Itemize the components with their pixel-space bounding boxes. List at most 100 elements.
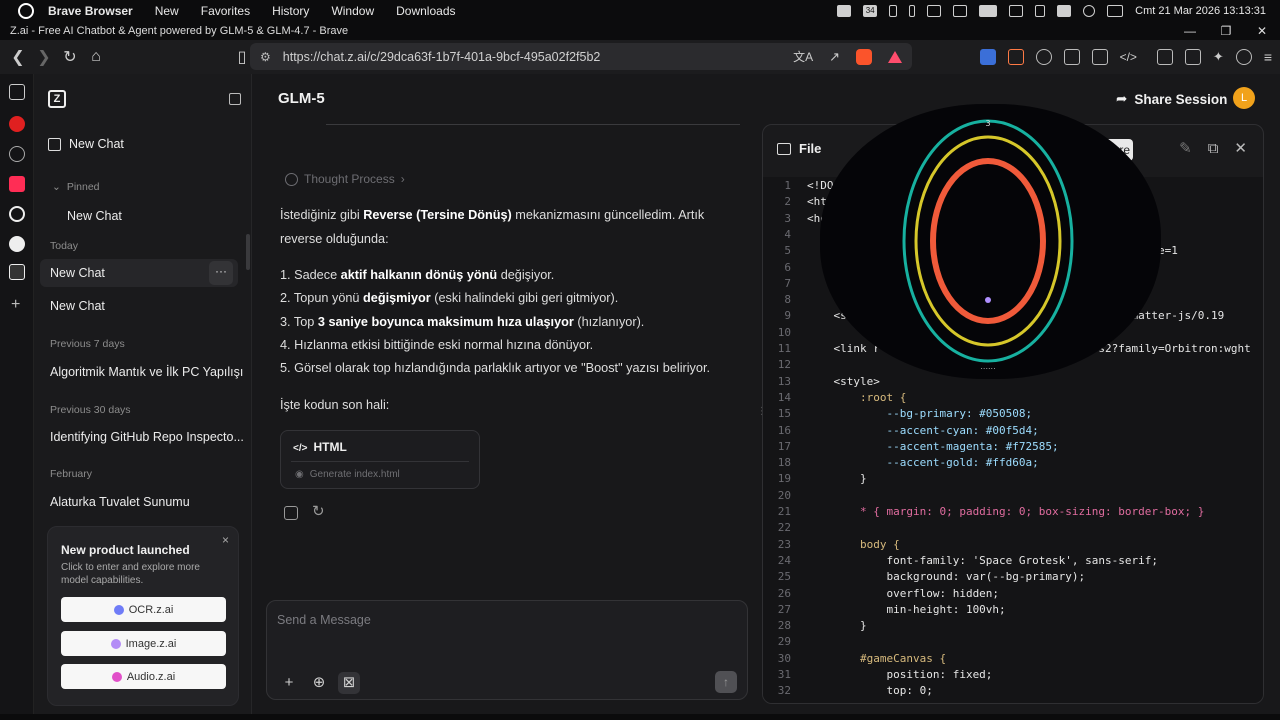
home-icon[interactable]: ⌂ [83,44,109,70]
add-attachment-icon[interactable]: + [278,672,300,694]
url-text[interactable]: https://chat.z.ai/c/29dca63f-1b7f-401a-9… [283,50,601,64]
chat-item[interactable]: Alaturka Tuvalet Sunumu [50,495,190,509]
screenshot-icon[interactable] [1091,49,1108,65]
menu-app-name[interactable]: Brave Browser [48,4,133,18]
line-number: 18 [777,456,791,470]
leo-ai-icon[interactable]: ✦ [1213,49,1224,65]
section-label-today: Today [50,240,79,252]
vpn-icon[interactable] [1235,49,1252,65]
muted-tab-icon[interactable] [9,146,25,162]
chatgpt-icon[interactable] [9,206,25,222]
code-artifact-card[interactable]: </> HTML ◉ Generate index.html [280,430,480,489]
site-settings-icon[interactable]: ⚙ [260,50,271,64]
edit-icon[interactable]: ✎ [1179,139,1192,157]
brave-shields-icon[interactable] [856,48,872,65]
game-preview-overlay[interactable]: 3 ...... [820,104,1161,379]
share-url-icon[interactable]: ↗ [829,49,840,65]
address-bar[interactable]: ⚙ https://chat.z.ai/c/29dca63f-1b7f-401a… [250,43,912,70]
line-number: 24 [777,553,791,567]
volume-icon[interactable] [1009,5,1024,17]
list-item: 2. Topun yönü değişmiyor (eski halindeki… [280,289,618,308]
os-logo-icon[interactable] [18,3,34,19]
pinned-header[interactable]: ⌄ Pinned [52,181,100,193]
user-avatar[interactable]: L [1233,87,1255,109]
cloud-icon[interactable] [837,5,852,17]
chat-item[interactable]: New Chat [50,299,105,313]
microphone-icon[interactable] [889,5,898,17]
battery-icon[interactable] [979,5,998,17]
menu-item-downloads[interactable]: Downloads [396,4,455,18]
github-icon[interactable] [9,236,25,252]
control-center-icon[interactable] [1107,5,1124,17]
reload-icon[interactable]: ↻ [57,44,83,70]
chat-item[interactable]: Identifying GitHub Repo Inspecto... [50,430,244,444]
wallet-icon[interactable] [1184,49,1201,65]
pinned-chat-item[interactable]: New Chat [67,209,122,223]
web-search-icon[interactable]: ⊕ [308,672,330,694]
restore-icon[interactable]: ❐ [1208,22,1244,40]
code-text: position: fixed; [807,668,993,681]
audio-link-button[interactable]: Audio.z.ai [61,664,226,689]
image-link-button[interactable]: Image.z.ai [61,631,226,656]
new-chat-button[interactable]: New Chat [48,137,124,151]
message-input-placeholder[interactable]: Send a Message [277,613,371,627]
code-text: --accent-magenta: #f72585; [807,439,1059,453]
chat-options-button[interactable]: ··· [209,261,233,285]
minimize-icon[interactable]: — [1172,22,1208,40]
add-sidebar-item-icon[interactable]: + [11,296,20,314]
brave-rewards-icon[interactable] [888,50,902,63]
back-icon[interactable]: ❮ [5,44,31,70]
ocr-link-button[interactable]: OCR.z.ai [61,597,226,622]
puzzle-icon[interactable] [1063,49,1080,65]
close-promo-icon[interactable]: × [222,533,229,547]
red-app-icon[interactable] [9,176,25,192]
clock[interactable]: Cmt 21 Mar 2026 13:13:31 [1135,5,1266,17]
tools-icon[interactable]: ⊠ [338,672,360,694]
line-number: 14 [777,390,791,404]
menu-item-favorites[interactable]: Favorites [201,4,250,18]
thought-process-toggle[interactable]: Thought Process › [285,172,405,186]
send-button[interactable]: ↑ [715,671,737,693]
collapse-sidebar-icon[interactable] [229,93,241,105]
sidebar-toggle-icon[interactable] [1156,49,1173,65]
chevron-down-icon: ⌄ [52,181,61,193]
translate-extension-icon[interactable] [979,49,996,65]
close-window-icon[interactable]: ✕ [1244,22,1280,40]
forward-icon[interactable]: ❯ [31,44,57,70]
sidebar-scrollbar[interactable] [246,234,250,270]
chat-item[interactable]: New Chat [50,266,105,280]
wifi-icon[interactable] [927,5,942,17]
calendar-badge-icon[interactable]: 34 [863,5,878,17]
eject-icon[interactable] [1035,5,1046,17]
youtube-icon[interactable] [9,116,25,132]
open-external-icon[interactable]: ⧉ [1208,140,1219,157]
ball [985,297,991,303]
menu-item-window[interactable]: Window [331,4,374,18]
globe-extension-icon[interactable] [1035,49,1052,65]
chat-item[interactable]: Algoritmik Mantık ve İlk PC Yapılışı [50,365,243,379]
model-title[interactable]: GLM-5 [278,90,325,107]
tabs-panel-icon[interactable] [9,84,25,100]
code-line: 17 --accent-magenta: #f72585; [763,439,1263,456]
extension-orange-icon[interactable] [1007,49,1024,65]
menu-item-history[interactable]: History [272,4,309,18]
pen-icon[interactable] [909,5,916,17]
zai-logo[interactable]: Z [48,90,66,108]
browser-menu-icon[interactable]: ≡ [1264,49,1272,65]
message-composer[interactable]: Send a Message + ⊕ ⊠ ↑ [266,600,748,700]
translate-icon[interactable]: 文A [793,48,813,65]
list-text: 5. Görsel olarak top hızlandığında parla… [280,361,711,375]
line-number: 15 [777,407,791,421]
regenerate-icon[interactable]: ↻ [312,502,325,520]
search-icon[interactable] [1083,5,1096,17]
display-icon[interactable] [953,5,968,17]
list-text: (eski halindeki gibi geri gitmiyor). [430,291,619,305]
status-dot-icon: ◉ [295,469,304,480]
chevron-right-icon: › [400,172,405,186]
copy-icon[interactable] [284,506,298,520]
close-panel-icon[interactable]: ✕ [1234,139,1247,157]
menu-item-new[interactable]: New [155,4,179,18]
devtools-icon[interactable]: </> [1120,50,1137,64]
text-input-icon[interactable] [1057,5,1072,17]
zai-tab-icon[interactable] [9,264,25,280]
